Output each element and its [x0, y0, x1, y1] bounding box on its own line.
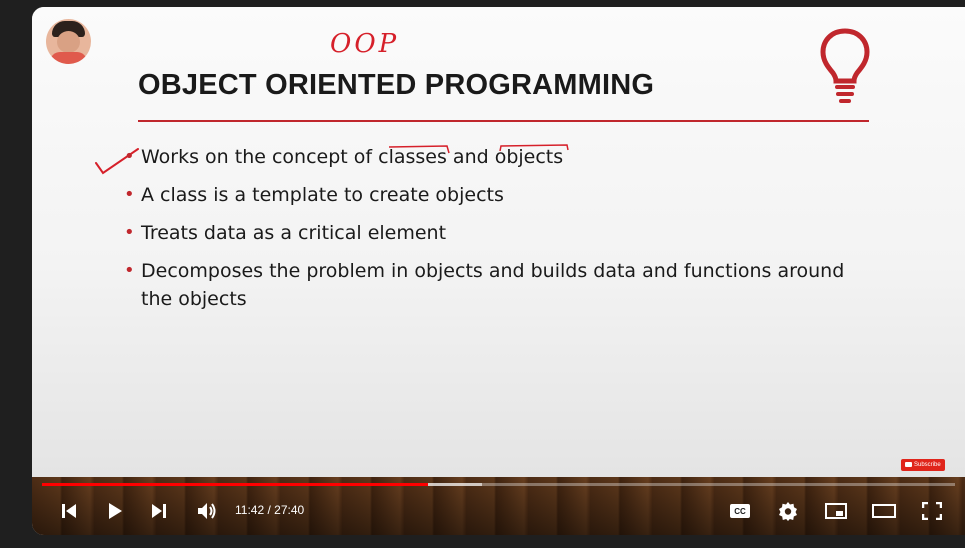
play-icon — [109, 503, 122, 519]
current-time: 11:42 — [235, 503, 265, 517]
video-frame[interactable]: OOP OBJECT ORIENTED PROGRAMMING • Works o… — [32, 7, 965, 477]
duration: 27:40 — [274, 503, 305, 517]
bullet-item: • Treats data as a critical element — [124, 222, 447, 244]
bullet-text: Works on the concept of classes and obje… — [141, 146, 564, 168]
next-button[interactable] — [144, 493, 174, 529]
captions-icon: CC — [730, 504, 750, 518]
title-underline — [138, 120, 869, 122]
bullet-text: Treats data as a critical element — [141, 222, 447, 244]
video-player[interactable]: OOP OBJECT ORIENTED PROGRAMMING • Works o… — [32, 7, 965, 535]
miniplayer-button[interactable] — [821, 493, 851, 529]
captions-button[interactable]: CC — [725, 493, 755, 529]
settings-button[interactable] — [773, 493, 803, 529]
fullscreen-icon — [922, 502, 942, 520]
theater-mode-button[interactable] — [869, 493, 899, 529]
bullet-item: • Works on the concept of classes and obj… — [124, 146, 564, 168]
subscribe-watermark[interactable]: Subscribe — [901, 459, 945, 471]
bullet-list: • Works on the concept of classes and obj… — [124, 143, 864, 323]
play-button[interactable] — [100, 493, 130, 529]
previous-icon — [62, 504, 76, 518]
previous-button[interactable] — [54, 493, 84, 529]
miniplayer-icon — [825, 503, 847, 519]
bullet-item: • Decomposes the problem in objects and b… — [124, 260, 845, 310]
time-display: 11:42 / 27:40 — [235, 503, 304, 517]
bullet-text: Decomposes the problem in objects and bu… — [141, 260, 845, 310]
bullet-text: A class is a template to create objects — [141, 184, 504, 206]
settings-gear-icon — [779, 502, 797, 521]
slide-title: OBJECT ORIENTED PROGRAMMING — [138, 69, 655, 101]
fullscreen-button[interactable] — [917, 493, 947, 529]
played-bar — [42, 483, 429, 486]
captions-label: CC — [734, 506, 746, 516]
progress-bar[interactable] — [42, 483, 955, 486]
time-separator: / — [264, 503, 275, 517]
next-icon — [152, 504, 166, 518]
theater-mode-icon — [872, 504, 896, 518]
play-badge-icon — [905, 461, 912, 467]
presenter-avatar — [46, 19, 91, 64]
volume-icon — [198, 503, 216, 519]
bullet-item: • A class is a template to create objects — [124, 184, 504, 206]
player-controls: 11:42 / 27:40 CC — [32, 493, 965, 529]
subscribe-label: Subscribe — [914, 462, 941, 468]
lightbulb-icon — [820, 28, 870, 103]
volume-button[interactable] — [192, 493, 222, 529]
handwritten-annotation: OOP — [330, 29, 400, 59]
